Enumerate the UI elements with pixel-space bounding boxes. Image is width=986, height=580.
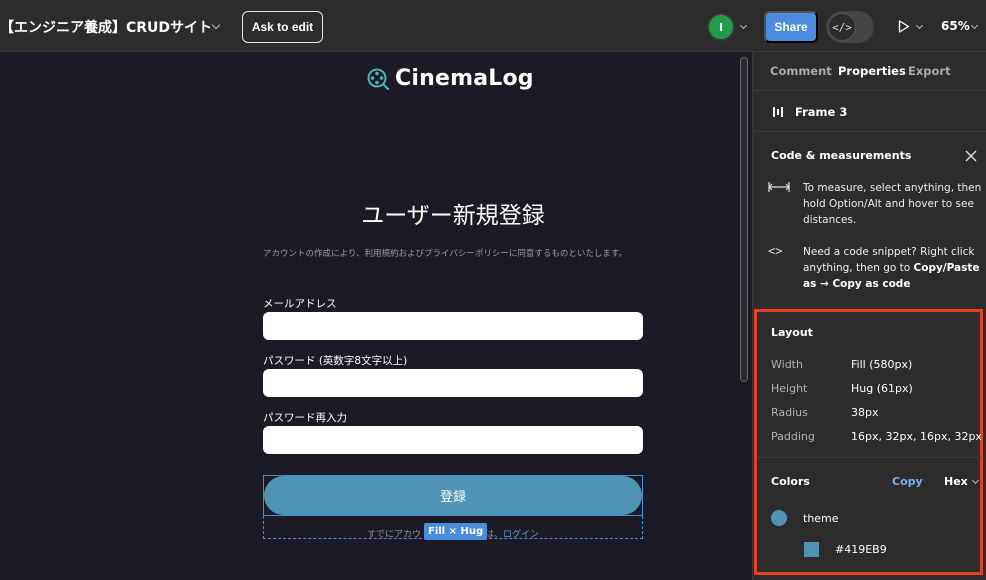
prop-radius-value[interactable]: 38px [851, 406, 879, 419]
inspect-panel: Comment Properties Export Frame 3 Code &… [752, 52, 986, 580]
theme-color-dot [771, 510, 787, 526]
logo-text: CinemaLog [395, 66, 534, 91]
dev-mode-toggle[interactable]: </> [826, 11, 874, 43]
password-confirm-label: パスワード再入力 [263, 412, 347, 424]
email-field[interactable] [263, 312, 643, 340]
prop-height-label: Height [771, 382, 808, 395]
prop-width-value[interactable]: Fill (580px) [851, 358, 912, 371]
code-snippet-icon: <> [768, 244, 783, 258]
prop-radius-label: Radius [771, 406, 808, 419]
login-link[interactable]: ログイン [503, 530, 539, 540]
measure-icon [768, 182, 790, 192]
avatar[interactable]: I [709, 15, 733, 39]
chevron-down-icon[interactable] [970, 21, 979, 30]
color-hex-value[interactable]: #419EB9 [835, 543, 887, 556]
file-title[interactable]: 【エンジニア養成】CRUDサイト [0, 17, 212, 37]
copy-colors-button[interactable]: Copy [892, 475, 923, 488]
tab-export[interactable]: Export [908, 64, 951, 78]
selection-outline: 登録 [263, 475, 643, 516]
play-icon[interactable] [898, 20, 910, 33]
page-title: ユーザー新規登録 [361, 203, 545, 229]
password-confirm-field[interactable] [263, 426, 643, 454]
color-format-select[interactable]: Hex [944, 475, 968, 488]
prop-padding-label: Padding [771, 430, 815, 443]
terms-description: アカウントの作成により、利用規約およびプライバシーポリシーに同意するものといたし… [263, 249, 627, 259]
chevron-down-icon[interactable] [739, 21, 748, 30]
panel-tabs: Comment Properties Export [753, 52, 986, 91]
layout-title: Layout [771, 326, 813, 339]
password-field[interactable] [263, 369, 643, 397]
top-toolbar: 【エンジニア養成】CRUDサイト Ask to edit I Share </>… [0, 0, 986, 52]
prop-padding-value[interactable]: 16px, 32px, 16px, 32px [851, 430, 982, 443]
share-button[interactable]: Share [764, 11, 818, 43]
color-swatch [804, 542, 819, 557]
frame-row[interactable]: Frame 3 [753, 92, 986, 132]
close-icon[interactable] [965, 150, 977, 162]
chevron-down-icon[interactable] [915, 21, 924, 30]
theme-color-name[interactable]: theme [803, 512, 839, 525]
tab-comment[interactable]: Comment [770, 64, 832, 78]
frame-name: Frame 3 [795, 105, 848, 119]
prop-height-value[interactable]: Hug (61px) [851, 382, 913, 395]
password-label: パスワード (英数字8文字以上) [263, 355, 408, 367]
chevron-down-icon[interactable] [211, 20, 221, 30]
ask-to-edit-button[interactable]: Ask to edit [242, 11, 323, 43]
register-button[interactable]: 登録 [264, 476, 642, 515]
measure-hint: To measure, select anything, then hold O… [803, 182, 982, 226]
prop-width-label: Width [771, 358, 803, 371]
code-snippet-hint: Need a code snippet? Right click anythin… [803, 244, 983, 292]
colors-title: Colors [771, 475, 810, 488]
film-reel-icon [367, 68, 389, 90]
divider [757, 457, 981, 458]
zoom-level[interactable]: 65% [941, 19, 970, 33]
canvas-scrollbar[interactable] [740, 57, 748, 382]
frame-layout-icon [773, 107, 783, 117]
code-icon: </> [828, 13, 856, 41]
code-measurements-title: Code & measurements [771, 149, 912, 162]
cinemalog-logo: CinemaLog [367, 66, 534, 91]
sizing-tag: Fill × Hug [424, 523, 488, 540]
email-label: メールアドレス [263, 298, 337, 310]
tab-properties[interactable]: Properties [838, 64, 906, 78]
login-prompt-prefix: すでにアカウ [366, 530, 422, 540]
